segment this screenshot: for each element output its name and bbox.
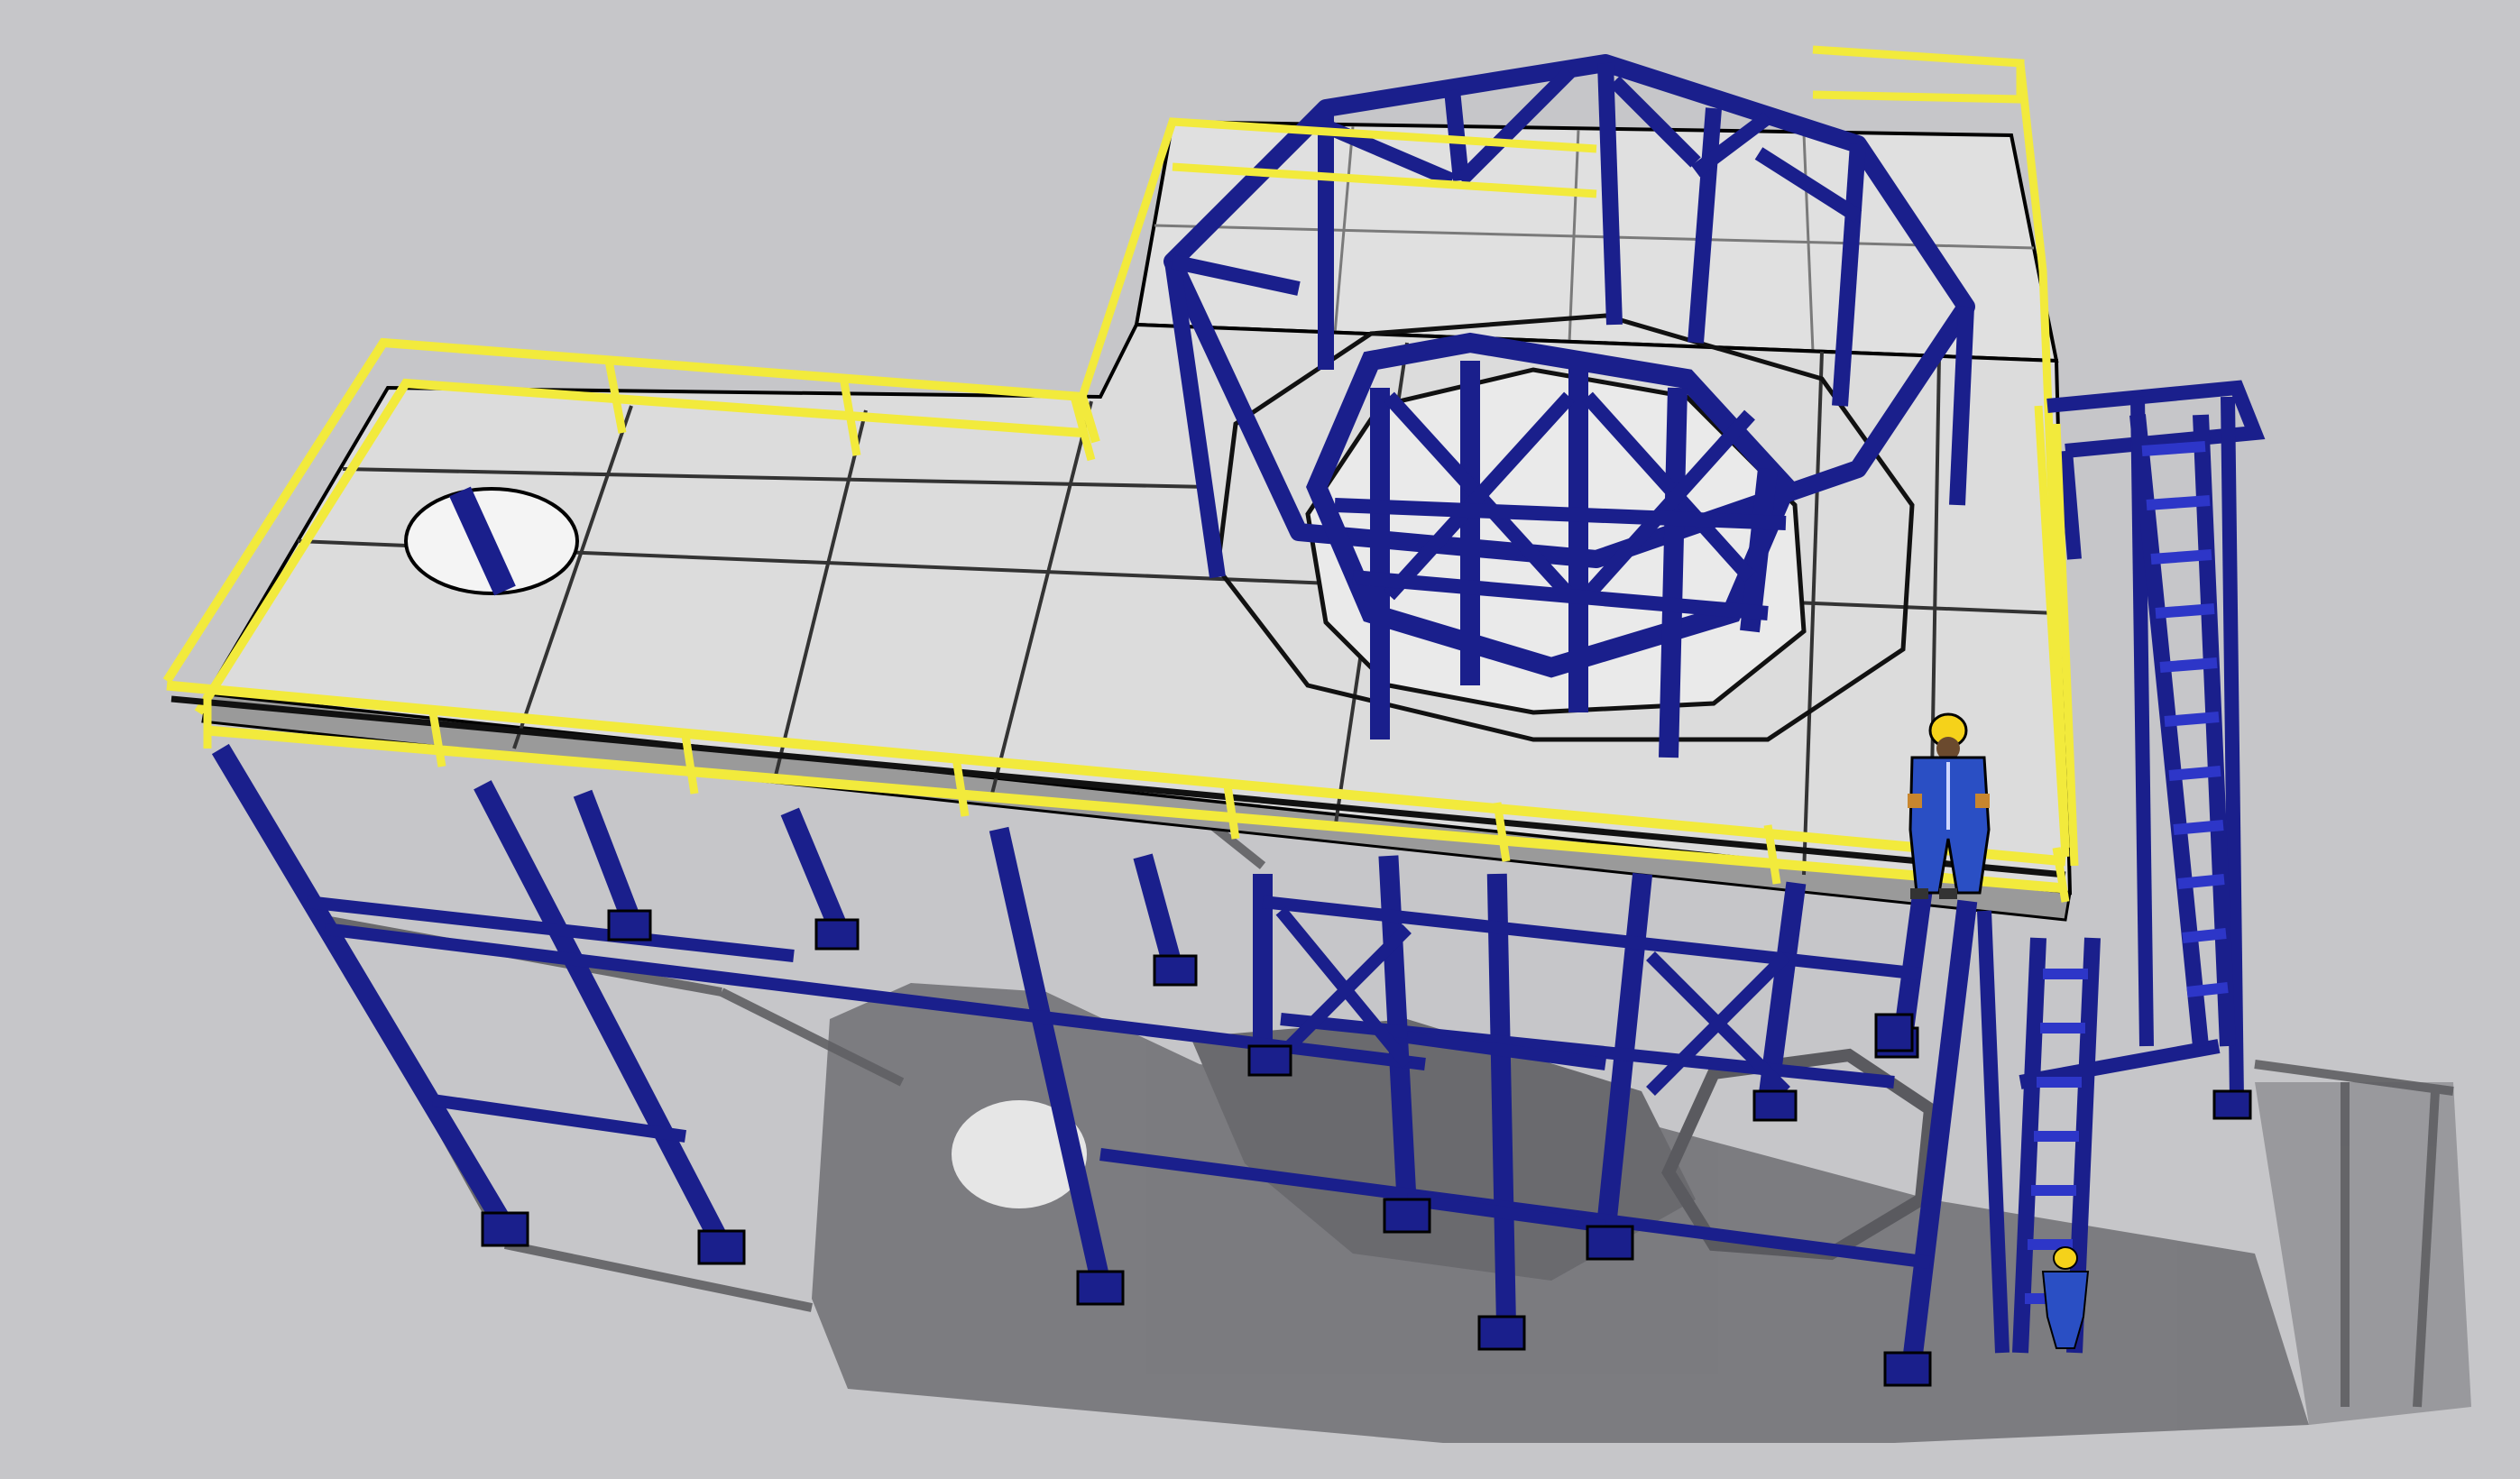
steel-platform-drawing bbox=[0, 0, 2520, 1479]
drawing-canvas bbox=[162, 45, 2471, 1443]
